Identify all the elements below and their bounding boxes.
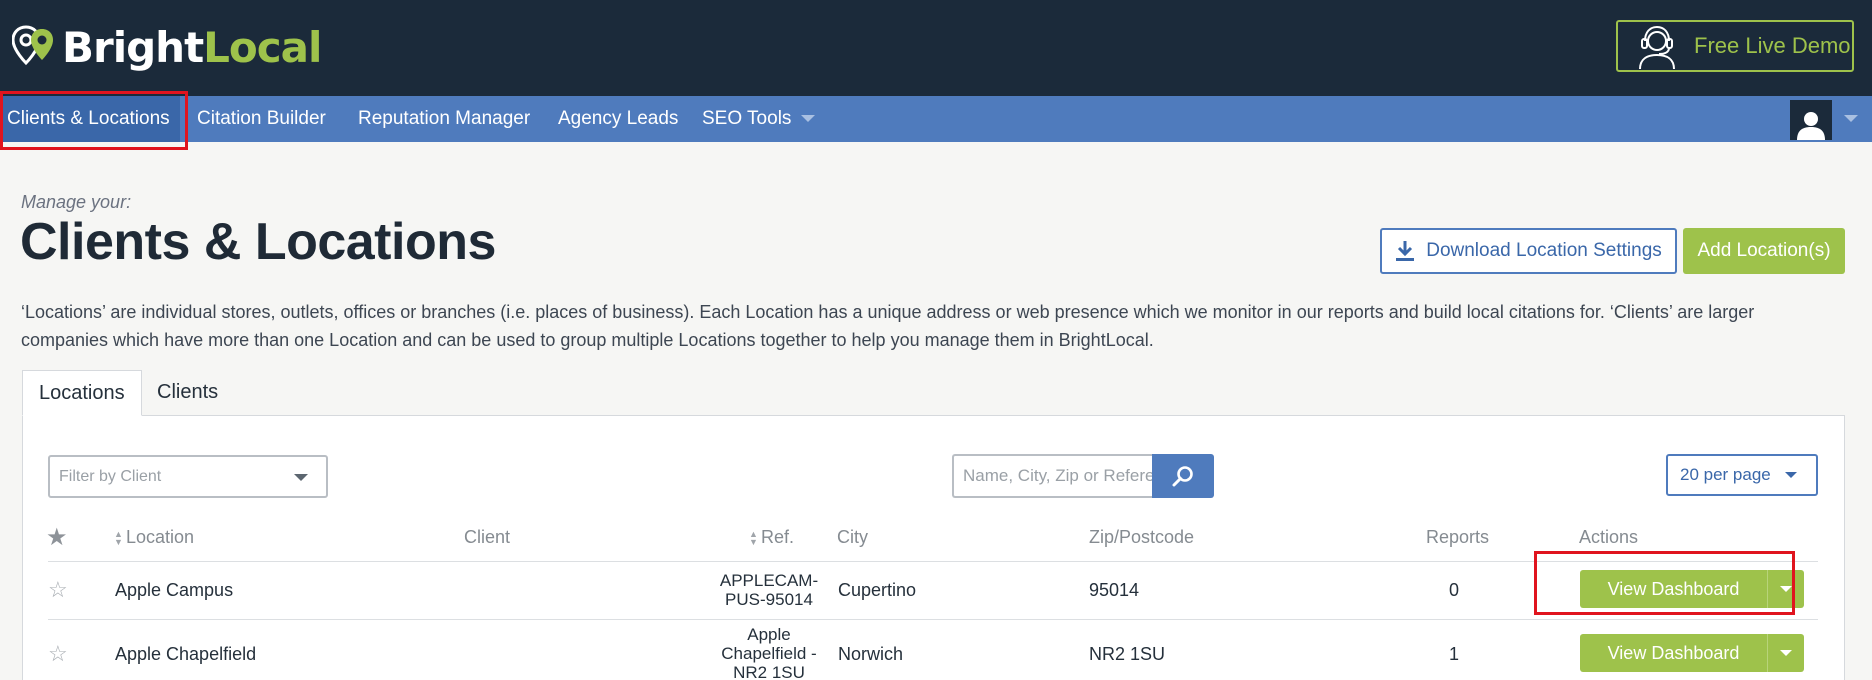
- download-icon: [1396, 241, 1415, 261]
- reports-count: 0: [1448, 580, 1459, 600]
- nav-item-reputation-manager[interactable]: Reputation Manager: [358, 96, 530, 142]
- page-title: Clients & Locations: [20, 213, 496, 271]
- reference-line: Apple: [747, 625, 791, 644]
- location-search-input[interactable]: [952, 454, 1154, 498]
- view-dashboard-label: View Dashboard: [1607, 578, 1740, 599]
- zip-postcode: NR2 1SU: [1089, 644, 1166, 664]
- filter-by-client-select[interactable]: Filter by Client: [48, 455, 328, 498]
- search-icon: [1172, 466, 1193, 487]
- zip-postcode: 95014: [1089, 580, 1140, 600]
- nav-item-label: Citation Builder: [197, 108, 326, 129]
- free-live-demo-button[interactable]: Free Live Demo: [1616, 20, 1854, 72]
- filter-by-client-placeholder: Filter by Client: [59, 468, 162, 485]
- logo-local-text: Local: [203, 22, 322, 72]
- tab-clients[interactable]: Clients: [141, 370, 234, 416]
- reference-cell: Apple Chapelfield - NR2 1SU: [714, 625, 824, 680]
- column-header-label: Ref.: [761, 527, 795, 547]
- nav-item-clients-locations[interactable]: Clients & Locations: [0, 96, 180, 142]
- user-menu-button[interactable]: [1790, 100, 1832, 140]
- per-page-select[interactable]: 20 per page: [1666, 454, 1818, 496]
- page-description: ‘Locations’ are individual stores, outle…: [21, 302, 1755, 350]
- sort-icon: ▲ ▼: [114, 529, 123, 548]
- column-header-label: Zip/Postcode: [1089, 527, 1195, 547]
- column-header-location[interactable]: ▲ ▼ Location: [114, 527, 194, 548]
- row-actions-dropdown[interactable]: [1767, 634, 1804, 672]
- nav-item-label: Agency Leads: [558, 108, 679, 129]
- nav-item-label: Clients & Locations: [7, 108, 170, 129]
- city: Norwich: [838, 644, 904, 664]
- chevron-down-icon: [1780, 650, 1792, 656]
- view-dashboard-button[interactable]: View Dashboard: [1580, 570, 1767, 608]
- row-actions-dropdown[interactable]: [1767, 570, 1804, 608]
- add-locations-label: Add Location(s): [1697, 240, 1831, 261]
- column-header-label: Actions: [1579, 527, 1639, 547]
- favorite-star-icon[interactable]: ☆: [48, 577, 68, 603]
- reference-cell: APPLECAM- PUS-95014: [714, 571, 824, 609]
- chevron-down-icon: [801, 115, 816, 123]
- download-location-settings-button[interactable]: Download Location Settings: [1380, 228, 1677, 274]
- view-dashboard-button[interactable]: View Dashboard: [1580, 634, 1767, 672]
- view-dashboard-label: View Dashboard: [1607, 642, 1740, 663]
- tab-locations[interactable]: Locations: [22, 370, 142, 416]
- table-divider: [48, 561, 1818, 562]
- nav-item-seo-tools[interactable]: SEO Tools: [702, 96, 816, 142]
- table-divider: [48, 619, 1818, 620]
- tab-label: Locations: [39, 382, 125, 404]
- location-name[interactable]: Apple Campus: [115, 580, 233, 601]
- reference-line: Chapelfield -: [721, 644, 817, 663]
- add-locations-button[interactable]: Add Location(s): [1683, 228, 1845, 274]
- reference-line: PUS-95014: [725, 590, 813, 609]
- brightlocal-logo[interactable]: BrightLocal: [12, 22, 322, 72]
- nav-item-agency-leads[interactable]: Agency Leads: [558, 96, 678, 142]
- favorite-column-star-icon[interactable]: ★: [46, 523, 68, 552]
- per-page-value: 20 per page: [1680, 465, 1771, 484]
- nav-item-citation-builder[interactable]: Citation Builder: [197, 96, 326, 142]
- logo-wordmark: BrightLocal: [62, 22, 322, 72]
- column-header-label: Location: [126, 527, 195, 547]
- reference-line: NR2 1SU: [733, 663, 805, 680]
- column-header-actions: Actions: [1579, 527, 1638, 548]
- nav-item-label: Reputation Manager: [358, 108, 531, 129]
- logo-bright-text: Bright: [62, 22, 204, 72]
- reference-line: APPLECAM-: [719, 571, 819, 590]
- location-name[interactable]: Apple Chapelfield: [115, 644, 256, 665]
- user-avatar-icon: [1797, 112, 1825, 140]
- sort-icon: ▲ ▼: [749, 529, 758, 548]
- column-header-ref[interactable]: ▲ ▼ Ref.: [749, 527, 794, 548]
- download-location-settings-label: Download Location Settings: [1426, 240, 1662, 261]
- column-header-reports: Reports: [1426, 527, 1489, 548]
- view-dashboard-button-group: View Dashboard: [1580, 570, 1804, 608]
- favorite-star-icon[interactable]: ☆: [48, 641, 68, 667]
- chevron-down-icon: [1780, 586, 1792, 592]
- view-dashboard-button-group: View Dashboard: [1580, 634, 1804, 672]
- column-header-city: City: [837, 527, 868, 548]
- location-pin-icon: [12, 25, 53, 66]
- tab-label: Clients: [157, 381, 219, 403]
- column-header-client: Client: [464, 527, 510, 548]
- chevron-down-icon: [1784, 472, 1797, 478]
- top-header: BrightLocal Free Live Demo: [0, 0, 1872, 96]
- column-header-label: City: [837, 527, 868, 547]
- main-nav: Clients & Locations Citation Builder Rep…: [0, 96, 1872, 142]
- column-header-label: Reports: [1426, 527, 1490, 547]
- chevron-down-icon: [294, 474, 308, 481]
- search-button[interactable]: [1152, 454, 1214, 498]
- page-subtitle: Manage your:: [21, 192, 132, 212]
- headset-icon: [1639, 25, 1675, 70]
- column-header-zip: Zip/Postcode: [1089, 527, 1194, 548]
- reports-count: 1: [1448, 644, 1459, 664]
- free-live-demo-label: Free Live Demo: [1694, 33, 1851, 58]
- column-header-label: Client: [464, 527, 511, 547]
- nav-item-label: SEO Tools: [702, 108, 792, 129]
- city: Cupertino: [838, 580, 917, 600]
- user-menu-chevron-down-icon[interactable]: [1844, 115, 1858, 122]
